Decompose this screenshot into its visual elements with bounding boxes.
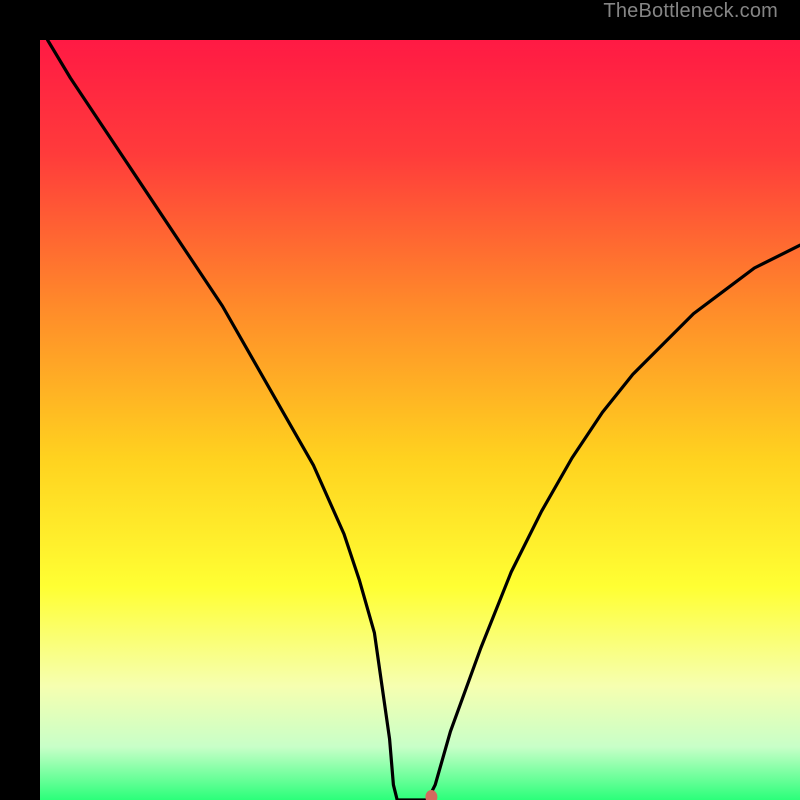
gradient-background [40,40,800,800]
watermark-text: TheBottleneck.com [603,0,778,23]
plot-area [20,20,780,780]
chart-svg [40,40,800,800]
